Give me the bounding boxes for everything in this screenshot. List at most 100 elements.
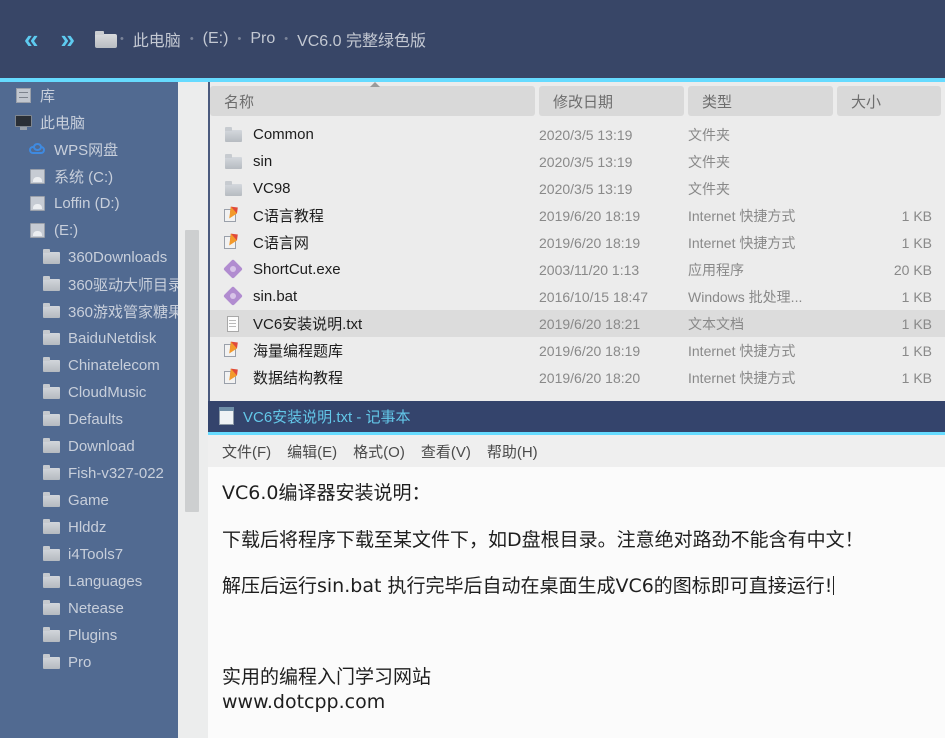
notepad-line-text: www.dotcpp.com [222,691,385,713]
file-size-cell: 1 KB [838,316,932,332]
sidebar-item-11[interactable]: CloudMusic [0,379,178,406]
table-row[interactable]: 海量编程题库2019/6/20 18:19Internet 快捷方式1 KB [210,337,945,364]
text-file-icon [224,315,243,333]
notepad-menu-item-1[interactable]: 编辑(E) [287,441,337,462]
file-name-cell: ShortCut.exe [224,261,341,279]
drive-icon [28,195,47,212]
notepad-menu-item-0[interactable]: 文件(F) [222,441,271,462]
sidebar-item-19[interactable]: Netease [0,595,178,622]
sidebar-item-label: 此电脑 [40,112,85,133]
sidebar-item-label: Plugins [68,627,117,644]
table-row[interactable]: VC982020/3/5 13:19文件夹 [210,175,945,202]
sidebar-item-label: Download [68,438,135,455]
accent-divider [0,78,945,82]
sidebar-item-label: Netease [68,600,124,617]
forward-icon[interactable]: » [54,24,78,54]
sidebar-item-4[interactable]: Loffin (D:) [0,190,178,217]
sidebar-item-5[interactable]: (E:) [0,217,178,244]
folder-icon [42,600,61,617]
breadcrumb-item-this-pc[interactable]: 此电脑 [125,24,189,54]
library-icon [14,87,33,104]
notepad-line-text: 实用的编程入门学习网站 [222,666,431,688]
table-row[interactable]: ShortCut.exe2003/11/20 1:13应用程序20 KB [210,256,945,283]
file-name-label: VC98 [253,180,291,197]
notepad-line-6 [222,621,945,643]
file-type-cell: Internet 快捷方式 [688,341,795,361]
breadcrumb-item-drive-e[interactable]: (E:) [195,27,237,51]
sidebar-scrollbar-thumb[interactable] [185,230,199,512]
table-row[interactable]: VC6安装说明.txt2019/6/20 18:21文本文档1 KB [210,310,945,337]
file-list[interactable]: Common2020/3/5 13:19文件夹sin2020/3/5 13:19… [210,121,945,391]
file-date-cell: 2019/6/20 18:19 [539,208,640,224]
sidebar-item-label: 库 [40,85,55,106]
breadcrumb-folder-icon[interactable] [95,31,117,48]
navigation-sidebar[interactable]: 库此电脑 WPS网盘系统 (C:)Loffin (D:)(E:) 360Downlo… [0,82,178,738]
notepad-line-7 [222,643,945,665]
table-row[interactable]: sin.bat2016/10/15 18:47Windows 批处理...1 K… [210,283,945,310]
notepad-text-area[interactable]: VC6.0编译器安装说明：下载后将程序下载至某文件下，如D盘根目录。注意绝对路劲… [208,467,945,738]
sidebar-item-2[interactable]: WPS网盘 [0,136,178,163]
sidebar-scrollbar[interactable] [178,82,210,738]
file-name-label: sin.bat [253,288,297,305]
sidebar-item-0[interactable]: 库 [0,82,178,109]
notepad-menu-item-3[interactable]: 查看(V) [421,441,471,462]
sidebar-item-label: Chinatelecom [68,357,160,374]
notepad-menu-item-2[interactable]: 格式(O) [353,441,405,462]
notepad-window: VC6安装说明.txt - 记事本 文件(F) 编辑(E) 格式(O) 查看(V) 帮助… [208,401,945,738]
table-row[interactable]: C语言网2019/6/20 18:19Internet 快捷方式1 KB [210,229,945,256]
folder-icon [42,627,61,644]
notepad-line-3 [222,552,945,574]
sidebar-item-8[interactable]: 360游戏管家糖果 [0,298,178,325]
file-type-cell: Windows 批处理... [688,287,802,307]
folder-icon [224,126,243,144]
file-name-label: Common [253,126,314,143]
sidebar-item-17[interactable]: i4Tools7 [0,541,178,568]
sidebar-item-3[interactable]: 系统 (C:) [0,163,178,190]
sidebar-item-label: Languages [68,573,142,590]
column-header-2[interactable]: 类型 [688,86,833,116]
breadcrumb-item-pro[interactable]: Pro [242,27,283,51]
sidebar-item-7[interactable]: 360驱动大师目录 [0,271,178,298]
file-name-label: VC6安装说明.txt [253,313,362,334]
file-size-cell: 1 KB [838,208,932,224]
file-size-cell: 1 KB [838,370,932,386]
sidebar-item-21[interactable]: Pro [0,649,178,676]
column-header-row: 名称修改日期类型大小 [210,82,945,121]
sidebar-item-20[interactable]: Plugins [0,622,178,649]
file-name-cell: VC98 [224,180,291,198]
sidebar-item-10[interactable]: Chinatelecom [0,352,178,379]
sidebar-item-12[interactable]: Defaults [0,406,178,433]
sidebar-item-16[interactable]: Hlddz [0,514,178,541]
back-icon[interactable]: « [18,24,42,54]
file-name-cell: C语言网 [224,232,309,253]
notepad-line-2: 下载后将程序下载至某文件下，如D盘根目录。注意绝对路劲不能含有中文！ [222,528,945,553]
table-row[interactable]: sin2020/3/5 13:19文件夹 [210,148,945,175]
sidebar-item-9[interactable]: BaiduNetdisk [0,325,178,352]
notepad-icon [218,407,235,426]
file-size-cell: 1 KB [838,289,932,305]
table-row[interactable]: C语言教程2019/6/20 18:19Internet 快捷方式1 KB [210,202,945,229]
sidebar-item-6[interactable]: 360Downloads [0,244,178,271]
notepad-title-bar[interactable]: VC6安装说明.txt - 记事本 [208,401,945,435]
application-icon [224,288,243,306]
table-row[interactable]: Common2020/3/5 13:19文件夹 [210,121,945,148]
sidebar-item-label: 360Downloads [68,249,167,266]
sidebar-item-15[interactable]: Game [0,487,178,514]
notepad-menu-bar[interactable]: 文件(F) 编辑(E) 格式(O) 查看(V) 帮助(H) [208,435,945,467]
file-name-cell: C语言教程 [224,205,324,226]
sidebar-item-18[interactable]: Languages [0,568,178,595]
notepad-menu-item-4[interactable]: 帮助(H) [487,441,538,462]
folder-icon [224,180,243,198]
column-header-0[interactable]: 名称 [210,86,535,116]
table-row[interactable]: 数据结构教程2019/6/20 18:20Internet 快捷方式1 KB [210,364,945,391]
sidebar-item-label: 360游戏管家糖果 [68,301,178,322]
sidebar-item-1[interactable]: 此电脑 [0,109,178,136]
sidebar-item-13[interactable]: Download [0,433,178,460]
file-name-label: sin [253,153,272,170]
sidebar-item-14[interactable]: Fish-v327-022 [0,460,178,487]
notepad-line-text: 下载后将程序下载至某文件下，如D盘根目录。注意绝对路劲不能含有中文！ [222,529,864,551]
column-header-3[interactable]: 大小 [837,86,941,116]
cloud-icon [28,141,47,158]
column-header-1[interactable]: 修改日期 [539,86,684,116]
breadcrumb-item-current[interactable]: VC6.0 完整绿色版 [289,24,434,54]
